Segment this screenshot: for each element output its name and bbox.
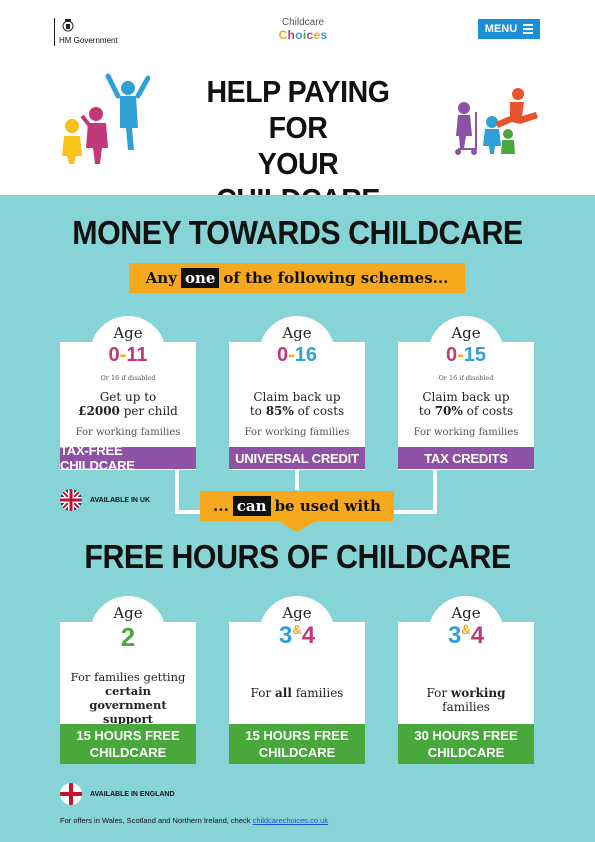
- availability-label: AVAILABLE IN UK: [90, 496, 151, 504]
- age-range: 2: [120, 622, 136, 652]
- page-header: HM Government Childcare Choices MENU HEL…: [0, 0, 595, 217]
- age-note: Or 16 if disabled: [100, 374, 156, 382]
- menu-label: MENU: [484, 23, 518, 35]
- scheme-description: Claim back up to 70% of costs: [418, 390, 514, 418]
- children-illustration-right: [455, 88, 538, 155]
- children-illustration-left: [62, 73, 150, 164]
- down-arrow-icon: [276, 520, 318, 532]
- age-note: Or 16 if disabled: [438, 374, 494, 382]
- royal-crest-icon: [62, 19, 74, 32]
- age-label: Age: [113, 604, 143, 622]
- scheme-description: Claim back up to 85% of costs: [249, 390, 345, 418]
- uk-flag-icon: [60, 489, 82, 511]
- scheme-card-tax-free-childcare[interactable]: Age 0-11 Or 16 if disabled Get up to £20…: [60, 316, 196, 473]
- childcare-choices-logo[interactable]: Childcare Choices: [272, 17, 334, 42]
- age-label: Age: [451, 604, 481, 622]
- hours-bar: 15 HOURS FREE CHILDCARE: [60, 724, 196, 764]
- age-range: 0-16: [276, 344, 318, 366]
- hours-bar: 15 HOURS FREE CHILDCARE: [229, 724, 365, 764]
- scheme-card-tax-credits[interactable]: Age 0-15 Or 16 if disabled Claim back up…: [398, 316, 534, 470]
- availability-uk: AVAILABLE IN UK: [60, 489, 150, 511]
- connector-line: [433, 470, 437, 514]
- free-hours-card-age-2[interactable]: Age 2 For families getting certain gover…: [60, 596, 196, 764]
- scheme-name-bar: UNIVERSAL CREDIT: [229, 447, 365, 469]
- gov-label: HM Government: [59, 36, 118, 45]
- connector-line: [175, 470, 179, 514]
- age-label: Age: [451, 324, 481, 342]
- eligibility-text: For working families: [244, 427, 350, 438]
- childcare-choices-link[interactable]: childcarechoices.co.uk: [253, 816, 328, 825]
- eligibility-text: For working families: [413, 427, 519, 438]
- scheme-name-bar: TAX CREDITS: [398, 447, 534, 469]
- brand-bottom: Choices: [278, 28, 328, 42]
- age-range: 0-11: [108, 344, 148, 366]
- age-label: Age: [113, 324, 143, 342]
- schemes-banner: Any one of the following schemes...: [129, 263, 465, 293]
- hm-government-logo[interactable]: HM Government: [54, 18, 118, 46]
- age-range: 0-15: [445, 344, 487, 366]
- scheme-description: Get up to £2000 per child: [78, 390, 178, 418]
- free-hours-card-age-3-4-working[interactable]: Age 3&4 For working families 30 HOURS FR…: [398, 596, 534, 764]
- menu-button[interactable]: MENU: [478, 19, 540, 39]
- banner-highlight: can: [232, 496, 271, 516]
- hamburger-icon: [523, 24, 534, 34]
- money-section-title: MONEY TOWARDS CHILDCARE: [72, 214, 523, 251]
- eligibility-description: For families getting certain government …: [70, 670, 186, 726]
- connector-line: [295, 470, 299, 490]
- free-hours-card-age-3-4-all[interactable]: Age 3&4 For all families 15 HOURS FREE C…: [229, 596, 365, 764]
- availability-england: AVAILABLE IN ENGLAND: [60, 783, 175, 805]
- scheme-name-bar: TAX-FREE CHILDCARE: [60, 443, 196, 473]
- scheme-card-universal-credit[interactable]: Age 0-16 Claim back up to 85% of costs F…: [229, 316, 365, 470]
- free-hours-section-title: FREE HOURS OF CHILDCARE: [84, 538, 511, 575]
- brand-top: Childcare: [281, 17, 325, 28]
- availability-label: AVAILABLE IN ENGLAND: [90, 790, 175, 798]
- banner-highlight: one: [180, 268, 220, 288]
- age-label: Age: [282, 604, 312, 622]
- age-range: 3&4: [278, 622, 316, 649]
- eligibility-description: For all families: [250, 686, 344, 700]
- eligibility-text: For working families: [75, 427, 181, 438]
- footer-note: For offers in Wales, Scotland and Northe…: [60, 816, 329, 825]
- can-be-used-with-banner: ... can be used with: [200, 491, 394, 521]
- age-label: Age: [282, 324, 312, 342]
- england-flag-icon: [60, 783, 82, 805]
- hours-bar: 30 HOURS FREE CHILDCARE: [398, 724, 534, 764]
- age-range: 3&4: [447, 622, 485, 649]
- eligibility-description: For working families: [426, 686, 506, 714]
